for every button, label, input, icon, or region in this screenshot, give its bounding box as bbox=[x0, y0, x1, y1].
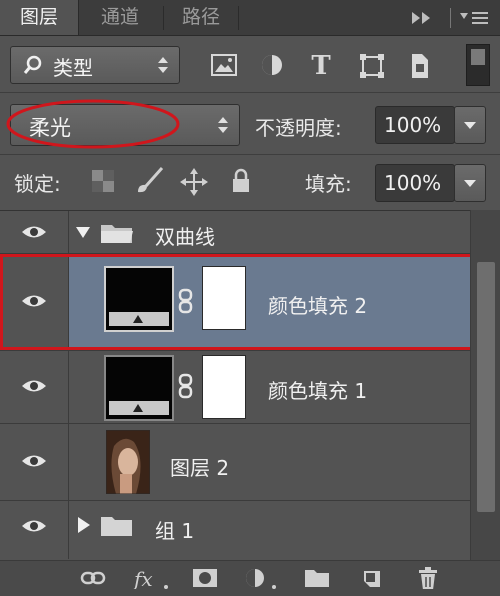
select-arrows-icon bbox=[158, 57, 168, 73]
visibility-column bbox=[0, 351, 69, 423]
adjustment-filter-icon[interactable] bbox=[260, 53, 284, 77]
svg-text:fx: fx bbox=[132, 567, 153, 589]
portrait-thumbnail bbox=[106, 430, 150, 494]
search-icon bbox=[23, 55, 42, 74]
visibility-column bbox=[0, 501, 69, 559]
select-arrows-icon bbox=[218, 117, 228, 133]
layer-row[interactable]: 图层 2 bbox=[0, 424, 470, 501]
highlight-box bbox=[0, 254, 488, 350]
image-filter-icon[interactable] bbox=[210, 53, 238, 77]
layer-name: 颜色填充 1 bbox=[268, 379, 368, 403]
fx-icon[interactable]: fx bbox=[132, 567, 172, 589]
eye-icon[interactable] bbox=[20, 517, 48, 535]
eye-icon[interactable] bbox=[20, 452, 48, 470]
layer-thumbnail bbox=[104, 355, 174, 421]
svg-text:T: T bbox=[311, 52, 331, 78]
tab-divider bbox=[163, 6, 164, 30]
layer-row-group[interactable]: 组 1 bbox=[0, 501, 470, 559]
eye-icon[interactable] bbox=[20, 377, 48, 395]
tab-channels[interactable]: 通道 bbox=[80, 0, 160, 35]
new-layer-icon[interactable] bbox=[360, 567, 384, 589]
expand-triangle-icon[interactable] bbox=[76, 227, 90, 239]
type-filter-icon[interactable]: T bbox=[308, 52, 334, 78]
panel-menu-icon[interactable] bbox=[458, 10, 492, 26]
tab-divider bbox=[450, 8, 451, 28]
collapse-arrows-icon[interactable] bbox=[410, 10, 434, 26]
fill-label: 填充: bbox=[305, 172, 352, 196]
fill-dropdown-button[interactable] bbox=[454, 164, 486, 202]
highlight-ellipse bbox=[6, 99, 180, 149]
layers-scrollbar[interactable] bbox=[470, 210, 500, 565]
layer-row[interactable]: 颜色填充 1 bbox=[0, 351, 470, 424]
chevron-down-icon bbox=[464, 180, 476, 187]
folder-icon[interactable] bbox=[304, 567, 330, 589]
layer-name: 组 1 bbox=[155, 519, 195, 543]
visibility-column bbox=[0, 211, 69, 253]
chain-link-icon[interactable] bbox=[178, 373, 194, 399]
smart-object-filter-icon[interactable] bbox=[408, 52, 432, 80]
filter-kind-label: 类型 bbox=[53, 56, 93, 80]
lock-position-icon[interactable] bbox=[180, 168, 208, 196]
folder-open-icon bbox=[101, 225, 133, 243]
fill-field[interactable]: 100% bbox=[375, 164, 455, 202]
shape-filter-icon[interactable] bbox=[358, 52, 386, 80]
opacity-label: 不透明度: bbox=[255, 116, 342, 140]
tab-paths[interactable]: 路径 bbox=[166, 0, 236, 35]
layer-name: 图层 2 bbox=[170, 456, 230, 480]
eye-icon[interactable] bbox=[20, 223, 48, 241]
trash-icon[interactable] bbox=[416, 567, 440, 589]
bottom-toolbar: fx bbox=[0, 560, 500, 596]
visibility-column bbox=[0, 424, 69, 500]
fill-swatch-icon bbox=[133, 404, 143, 412]
mask-icon[interactable] bbox=[192, 567, 218, 589]
tab-divider bbox=[238, 6, 239, 30]
lock-transparent-pixels-icon[interactable] bbox=[92, 170, 114, 192]
layer-mask-thumbnail[interactable] bbox=[202, 355, 246, 419]
opacity-value: 100% bbox=[384, 113, 442, 137]
lock-label: 锁定: bbox=[14, 172, 61, 196]
panel-tab-bar: 图层 通道 路径 bbox=[0, 0, 500, 36]
fill-value: 100% bbox=[384, 171, 442, 195]
separator bbox=[0, 92, 500, 93]
scrollbar-thumb[interactable] bbox=[477, 262, 495, 512]
lock-all-icon[interactable] bbox=[230, 168, 252, 194]
layer-row-group[interactable]: 双曲线 bbox=[0, 211, 470, 254]
adjustment-icon[interactable] bbox=[244, 567, 280, 589]
layer-name: 双曲线 bbox=[155, 225, 215, 249]
tab-layers[interactable]: 图层 bbox=[0, 0, 79, 35]
folder-icon bbox=[101, 517, 132, 536]
collapse-triangle-icon[interactable] bbox=[78, 517, 90, 533]
filter-toggle-switch[interactable] bbox=[466, 44, 490, 86]
opacity-dropdown-button[interactable] bbox=[454, 106, 486, 144]
lock-image-pixels-icon[interactable] bbox=[134, 166, 164, 196]
chevron-down-icon bbox=[464, 122, 476, 129]
opacity-field[interactable]: 100% bbox=[375, 106, 455, 144]
filter-kind-select[interactable]: 类型 bbox=[10, 46, 180, 84]
separator bbox=[0, 154, 500, 155]
link-icon[interactable] bbox=[80, 567, 106, 589]
